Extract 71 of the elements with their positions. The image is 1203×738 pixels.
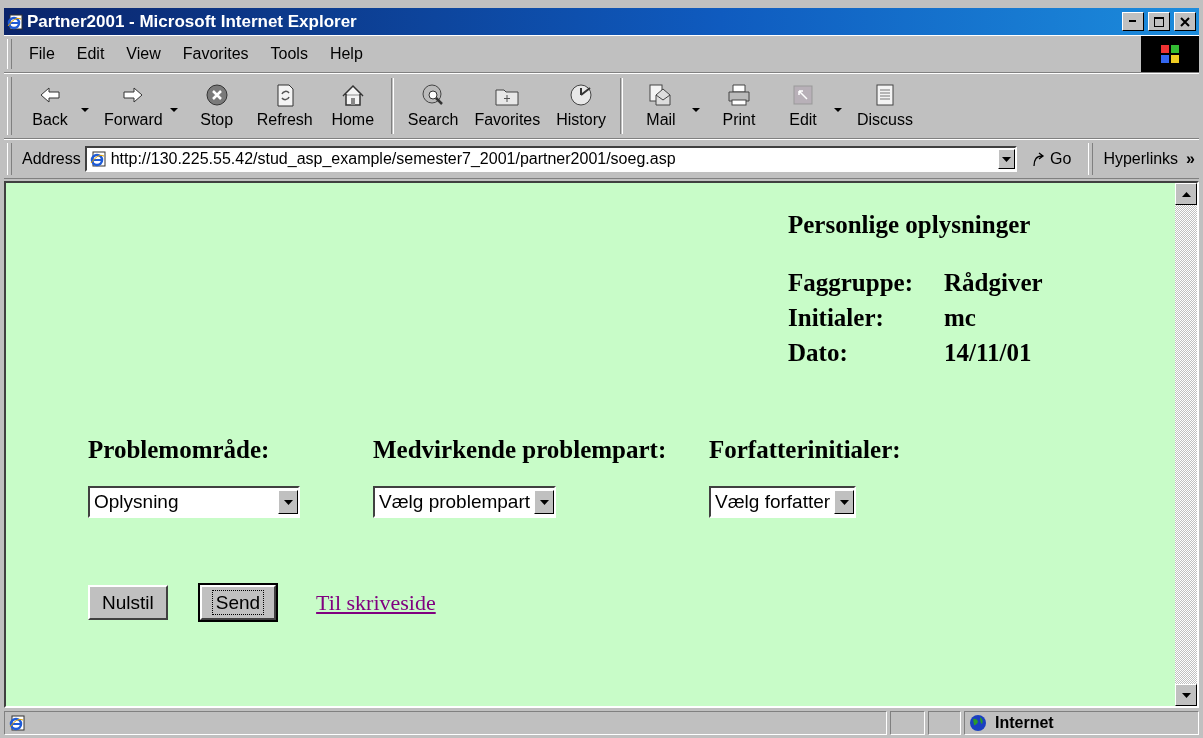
caret-icon[interactable] — [691, 107, 701, 113]
caret-icon[interactable] — [833, 107, 843, 113]
caret-icon[interactable] — [168, 107, 179, 113]
dropdown-select[interactable]: Oplysning — [88, 486, 300, 518]
browser-logo-icon — [89, 151, 106, 167]
down-arrow-icon — [283, 499, 293, 505]
toolbar-button[interactable]: Favorites — [466, 81, 549, 131]
status-pane — [928, 711, 961, 735]
info-value: 14/11/01 — [944, 339, 1033, 368]
dropdown-button[interactable] — [998, 149, 1016, 169]
menu-item[interactable]: File — [18, 43, 66, 65]
stop-icon — [203, 83, 230, 107]
mail-icon — [648, 83, 674, 107]
window-title: Partner2001 - Microsoft Internet Explorer — [27, 11, 358, 32]
maximize-button[interactable] — [1148, 12, 1170, 31]
links-label[interactable]: Hyperlinks — [1103, 150, 1179, 168]
toolbar-button[interactable]: Edit — [771, 81, 835, 131]
page-link[interactable]: Til skriveside — [316, 589, 436, 616]
info-label: Initialer: — [788, 304, 885, 333]
chevron-button[interactable]: » — [1186, 150, 1195, 168]
security-zone-label: Internet — [995, 714, 1054, 732]
toolbar-button[interactable]: Print — [707, 81, 771, 131]
minimize-button[interactable] — [1122, 12, 1144, 31]
maximize-icon — [1154, 16, 1164, 27]
go-button[interactable]: Go — [1021, 148, 1082, 170]
close-icon — [1180, 16, 1190, 27]
down-arrow-icon — [839, 499, 849, 505]
address-label: Address — [22, 150, 81, 168]
form-button[interactable]: Nulstil — [88, 585, 168, 620]
edit-icon — [790, 83, 816, 107]
menu-item[interactable]: Tools — [259, 43, 319, 65]
up-arrow-icon — [1181, 191, 1191, 197]
dropdown-select[interactable]: Vælg problempart — [373, 486, 557, 518]
info-value: Rådgiver — [944, 269, 1044, 298]
info-label: Faggruppe: — [788, 269, 914, 298]
info-label: Dato: — [788, 339, 849, 368]
browser-logo-icon — [7, 13, 23, 30]
scrollbar[interactable] — [1175, 183, 1197, 706]
field-label: Forfatterinitialer: — [709, 436, 902, 464]
status-pane — [890, 711, 925, 735]
menu-item[interactable]: View — [115, 43, 172, 65]
menu-item[interactable]: Help — [318, 43, 374, 65]
form-button[interactable]: Send — [199, 585, 277, 620]
field-label: Medvirkende problempart: — [373, 436, 668, 464]
down-arrow-icon — [1181, 692, 1191, 698]
down-arrow-icon — [539, 499, 549, 505]
close-button[interactable] — [1174, 12, 1196, 31]
browser-logo-icon — [9, 715, 25, 731]
toolbar-button[interactable]: Discuss — [849, 81, 921, 131]
windows-logo-icon — [1141, 36, 1199, 72]
down-arrow-icon — [1002, 156, 1012, 162]
toolbar-button[interactable]: Forward — [96, 81, 171, 131]
toolbar-button[interactable]: Back — [18, 81, 82, 131]
dropdown-select[interactable]: Vælg forfatter — [709, 486, 857, 518]
toolbar-button[interactable]: Mail — [629, 81, 693, 131]
toolbar-button[interactable]: Stop — [184, 81, 249, 131]
globe-icon — [969, 714, 987, 732]
minimize-icon — [1129, 20, 1137, 23]
menu-item[interactable]: Favorites — [171, 43, 260, 65]
caret-icon[interactable] — [80, 107, 90, 113]
toolbar-button[interactable]: History — [548, 81, 614, 131]
menu-item[interactable]: Edit — [65, 43, 116, 65]
section-heading: Personlige oplysninger — [788, 211, 1032, 239]
printer-icon — [726, 83, 752, 107]
clock-icon — [568, 83, 595, 107]
toolbar-button[interactable]: Refresh — [248, 81, 321, 131]
toolbar-button[interactable]: Home — [320, 81, 385, 131]
toolbar-button[interactable]: Search — [399, 81, 467, 131]
address-field[interactable]: http://130.225.55.42/stud_asp_example/semester7_2001/partner2001/soeg.asp — [84, 146, 1018, 172]
info-value: mc — [944, 304, 977, 333]
field-label: Problemområde: — [88, 436, 271, 464]
